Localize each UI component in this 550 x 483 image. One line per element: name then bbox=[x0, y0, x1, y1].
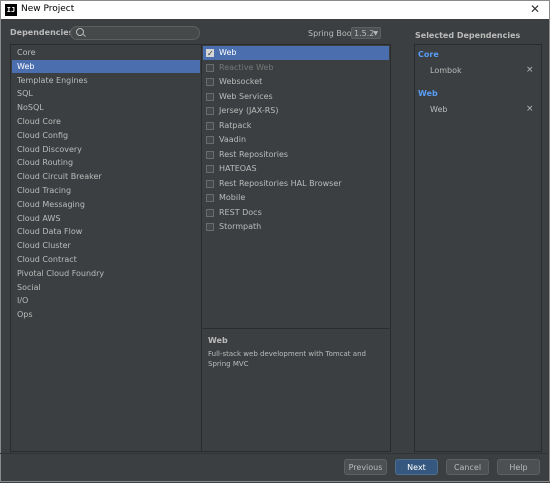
dependency-label: Reactive Web bbox=[219, 62, 274, 72]
dependency-checkbox[interactable] bbox=[206, 208, 214, 217]
footer-divider bbox=[0, 453, 548, 454]
dependency-item[interactable]: Web Services bbox=[203, 90, 389, 104]
dependency-item[interactable]: Rest Repositories bbox=[203, 148, 389, 162]
dependency-label: Rest Repositories bbox=[219, 149, 289, 159]
dependency-checkbox[interactable] bbox=[206, 78, 214, 86]
category-item[interactable]: Cloud Messaging bbox=[12, 198, 200, 211]
dependency-checkbox[interactable] bbox=[206, 194, 214, 202]
dependency-label: Jersey (JAX-RS) bbox=[219, 106, 279, 115]
category-item[interactable]: Cloud Discovery bbox=[12, 143, 200, 156]
dependency-checkbox[interactable] bbox=[206, 47, 214, 61]
category-item[interactable]: Core bbox=[12, 46, 200, 59]
category-item[interactable]: Template Engines bbox=[12, 74, 200, 87]
dependency-item: Reactive Web bbox=[203, 61, 389, 75]
dependency-checkbox[interactable] bbox=[206, 223, 214, 231]
dependency-label: Stormpath bbox=[219, 222, 262, 231]
dependency-label: Websocket bbox=[219, 77, 263, 86]
spring-boot-label: Spring Boot bbox=[308, 29, 355, 38]
dependency-label: Web bbox=[219, 48, 237, 57]
category-item[interactable]: Cloud Circuit Breaker bbox=[12, 170, 200, 183]
title-bar: IJ New Project ✕ bbox=[0, 0, 550, 19]
selected-dependency-item: Web bbox=[430, 105, 448, 114]
dependency-item[interactable]: Vaadin bbox=[203, 133, 389, 147]
previous-button[interactable]: Previous bbox=[344, 459, 387, 475]
intellij-icon: IJ bbox=[5, 4, 17, 16]
dependency-checkbox[interactable] bbox=[206, 136, 214, 144]
cancel-button[interactable]: Cancel bbox=[446, 459, 489, 475]
dependency-label: Mobile bbox=[219, 193, 246, 202]
dependency-label: HATEOAS bbox=[219, 164, 257, 173]
dependency-checkbox[interactable] bbox=[206, 107, 214, 115]
selected-dependencies-panel: Core Lombok × Web Web × bbox=[414, 44, 542, 452]
category-item[interactable]: Ops bbox=[12, 308, 200, 321]
dependency-checkbox bbox=[206, 63, 214, 72]
spring-boot-version-select[interactable]: 1.5.2 ▼ bbox=[351, 27, 381, 39]
dependency-item[interactable]: Websocket bbox=[203, 75, 389, 89]
dependency-list: Web Full-stack web development with Tomc… bbox=[201, 44, 391, 452]
description-text: Full-stack web development with Tomcat a… bbox=[208, 350, 366, 368]
category-item[interactable]: NoSQL bbox=[12, 101, 200, 114]
dependency-checkbox[interactable] bbox=[206, 165, 214, 173]
dependencies-label: Dependencies bbox=[10, 28, 74, 37]
category-item[interactable]: Cloud Core bbox=[12, 115, 200, 128]
category-item[interactable]: Cloud Config bbox=[12, 129, 200, 142]
selected-dependencies-title: Selected Dependencies bbox=[415, 31, 521, 40]
dependency-label: Ratpack bbox=[219, 120, 252, 130]
dependency-item[interactable]: Web bbox=[203, 46, 389, 61]
dependency-item[interactable]: Rest Repositories HAL Browser bbox=[203, 177, 389, 191]
window-title: New Project bbox=[21, 4, 75, 14]
category-item[interactable]: Cloud Data Flow bbox=[12, 225, 200, 238]
dependency-checkbox[interactable] bbox=[206, 121, 214, 130]
window-close-icon[interactable]: ✕ bbox=[530, 2, 540, 16]
chevron-down-icon: ▼ bbox=[373, 30, 378, 37]
category-item[interactable]: Cloud Cluster bbox=[12, 239, 200, 252]
dependency-checkbox[interactable] bbox=[206, 150, 214, 159]
category-item[interactable]: Web bbox=[12, 59, 200, 73]
description-divider bbox=[203, 328, 389, 329]
dependency-item[interactable]: HATEOAS bbox=[203, 162, 389, 176]
selected-group-title: Core bbox=[418, 50, 439, 59]
dependency-label: REST Docs bbox=[219, 207, 262, 217]
category-item[interactable]: Social bbox=[12, 281, 200, 294]
category-item[interactable]: Cloud AWS bbox=[12, 212, 200, 225]
description-title: Web bbox=[208, 336, 228, 345]
dependency-label: Web Services bbox=[219, 91, 273, 101]
category-item[interactable]: Cloud Contract bbox=[12, 253, 200, 266]
dependency-item[interactable]: Mobile bbox=[203, 191, 389, 205]
category-item[interactable]: SQL bbox=[12, 87, 200, 100]
category-list: Core Web Template Engines SQL NoSQL Cloud Cor… bbox=[10, 44, 202, 452]
dependency-checkbox[interactable] bbox=[206, 179, 214, 188]
help-button[interactable]: Help bbox=[497, 459, 540, 475]
next-button[interactable]: Next bbox=[395, 459, 438, 475]
dependency-item[interactable]: Ratpack bbox=[203, 119, 389, 133]
search-icon bbox=[76, 28, 84, 36]
dependency-label: Rest Repositories HAL Browser bbox=[219, 178, 342, 188]
selected-group-title: Web bbox=[418, 89, 438, 98]
dependency-item[interactable]: Stormpath bbox=[203, 220, 389, 234]
remove-icon[interactable]: × bbox=[526, 104, 534, 114]
dependency-item[interactable]: Jersey (JAX-RS) bbox=[203, 104, 389, 118]
category-item[interactable]: Pivotal Cloud Foundry bbox=[12, 267, 200, 280]
search-input[interactable] bbox=[70, 26, 200, 40]
category-item[interactable]: Cloud Routing bbox=[12, 156, 200, 169]
remove-icon[interactable]: × bbox=[526, 65, 534, 75]
dependency-checkbox[interactable] bbox=[206, 92, 214, 101]
dependency-label: Vaadin bbox=[219, 135, 247, 144]
category-item[interactable]: I/O bbox=[12, 294, 200, 307]
dependency-item[interactable]: REST Docs bbox=[203, 206, 389, 220]
category-item[interactable]: Cloud Tracing bbox=[12, 184, 200, 197]
selected-dependency-item: Lombok bbox=[430, 66, 462, 75]
spring-boot-version-value: 1.5.2 bbox=[354, 29, 375, 38]
